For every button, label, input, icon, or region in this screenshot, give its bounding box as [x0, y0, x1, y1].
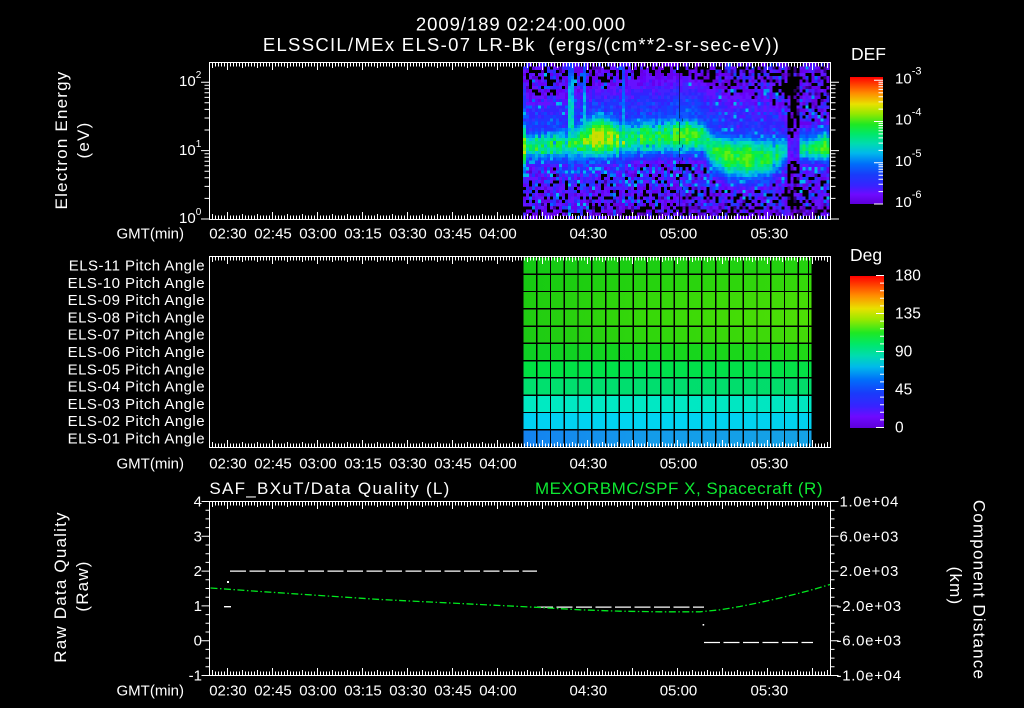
svg-text:03:30: 03:30 [389, 456, 427, 473]
svg-text:05:00: 05:00 [660, 683, 698, 700]
svg-text:ELS-05 Pitch Angle: ELS-05 Pitch Angle [68, 361, 205, 378]
svg-text:ELS-10 Pitch Angle: ELS-10 Pitch Angle [68, 275, 205, 292]
svg-text:-2.0e+03: -2.0e+03 [837, 598, 902, 615]
svg-text:GMT(min): GMT(min) [117, 683, 185, 700]
svg-text:Electron Energy: Electron Energy [52, 71, 71, 210]
svg-text:6.0e+03: 6.0e+03 [840, 528, 900, 545]
svg-text:2009/189 02:24:00.000: 2009/189 02:24:00.000 [416, 14, 626, 35]
svg-text:03:15: 03:15 [344, 456, 382, 473]
svg-text:02:45: 02:45 [254, 683, 292, 700]
svg-text:2: 2 [194, 563, 202, 580]
svg-text:Deg: Deg [850, 245, 882, 265]
svg-text:03:00: 03:00 [299, 683, 337, 700]
svg-text:03:45: 03:45 [434, 226, 472, 243]
svg-text:05:00: 05:00 [660, 226, 698, 243]
svg-text:1: 1 [194, 598, 202, 615]
svg-text:03:30: 03:30 [389, 683, 427, 700]
svg-text:-6.0e+03: -6.0e+03 [837, 633, 902, 650]
svg-text:05:30: 05:30 [751, 683, 789, 700]
svg-text:4: 4 [194, 494, 202, 511]
svg-text:03:45: 03:45 [434, 456, 472, 473]
svg-text:05:00: 05:00 [660, 456, 698, 473]
svg-text:(km): (km) [946, 567, 965, 606]
svg-text:03:15: 03:15 [344, 226, 382, 243]
svg-text:04:00: 04:00 [479, 683, 517, 700]
svg-text:GMT(min): GMT(min) [117, 226, 185, 243]
svg-text:DEF: DEF [851, 44, 886, 64]
svg-text:SAF_BXuT/Data Quality (L): SAF_BXuT/Data Quality (L) [209, 479, 450, 498]
svg-text:Component Distance: Component Distance [970, 500, 989, 680]
svg-text:3: 3 [194, 528, 202, 545]
svg-text:-1.0e+04: -1.0e+04 [837, 668, 902, 685]
svg-text:ELS-08 Pitch Angle: ELS-08 Pitch Angle [68, 309, 205, 326]
svg-text:ELS-09 Pitch Angle: ELS-09 Pitch Angle [68, 292, 205, 309]
svg-text:-1: -1 [189, 668, 202, 685]
svg-text:ELS-07 Pitch Angle: ELS-07 Pitch Angle [68, 327, 205, 344]
svg-text:90: 90 [895, 344, 913, 361]
svg-text:ELS-04 Pitch Angle: ELS-04 Pitch Angle [68, 379, 205, 396]
svg-text:04:00: 04:00 [479, 226, 517, 243]
svg-text:04:30: 04:30 [570, 456, 608, 473]
svg-text:0: 0 [194, 633, 202, 650]
svg-text:05:30: 05:30 [751, 456, 789, 473]
svg-text:ELS-03 Pitch Angle: ELS-03 Pitch Angle [68, 396, 205, 413]
svg-text:02:30: 02:30 [209, 226, 247, 243]
svg-text:02:30: 02:30 [209, 683, 247, 700]
svg-text:02:45: 02:45 [254, 456, 292, 473]
svg-text:0: 0 [895, 420, 904, 437]
svg-text:04:30: 04:30 [570, 683, 608, 700]
svg-text:03:00: 03:00 [299, 456, 337, 473]
svg-text:02:30: 02:30 [209, 456, 247, 473]
svg-text:MEXORBMC/SPF X, Spacecraft (R): MEXORBMC/SPF X, Spacecraft (R) [535, 479, 823, 498]
svg-text:1.0e+04: 1.0e+04 [840, 494, 900, 511]
svg-text:ELS-11 Pitch Angle: ELS-11 Pitch Angle [69, 258, 205, 275]
svg-text:04:30: 04:30 [570, 226, 608, 243]
svg-text:03:30: 03:30 [389, 226, 427, 243]
svg-text:(eV): (eV) [74, 122, 93, 159]
svg-text:ELS-02 Pitch Angle: ELS-02 Pitch Angle [68, 413, 205, 430]
svg-text:ELS-06 Pitch Angle: ELS-06 Pitch Angle [68, 344, 205, 361]
svg-text:ELS-01 Pitch Angle: ELS-01 Pitch Angle [68, 430, 205, 447]
svg-text:GMT(min): GMT(min) [117, 456, 185, 473]
svg-text:04:00: 04:00 [479, 456, 517, 473]
svg-text:03:45: 03:45 [434, 683, 472, 700]
svg-text:135: 135 [895, 306, 921, 323]
svg-text:Raw Data Quality: Raw Data Quality [51, 511, 70, 662]
svg-text:05:30: 05:30 [751, 226, 789, 243]
svg-text:(Raw): (Raw) [73, 560, 92, 611]
svg-text:180: 180 [895, 268, 921, 285]
svg-text:03:00: 03:00 [299, 226, 337, 243]
svg-text:2.0e+03: 2.0e+03 [840, 563, 900, 580]
svg-text:ELSSCIL/MEx ELS-07 LR-Bk (erg: ELSSCIL/MEx ELS-07 LR-Bk (ergs/(cm**2-sr… [263, 34, 780, 55]
svg-text:45: 45 [895, 382, 912, 399]
svg-text:02:45: 02:45 [254, 226, 292, 243]
svg-text:03:15: 03:15 [344, 683, 382, 700]
